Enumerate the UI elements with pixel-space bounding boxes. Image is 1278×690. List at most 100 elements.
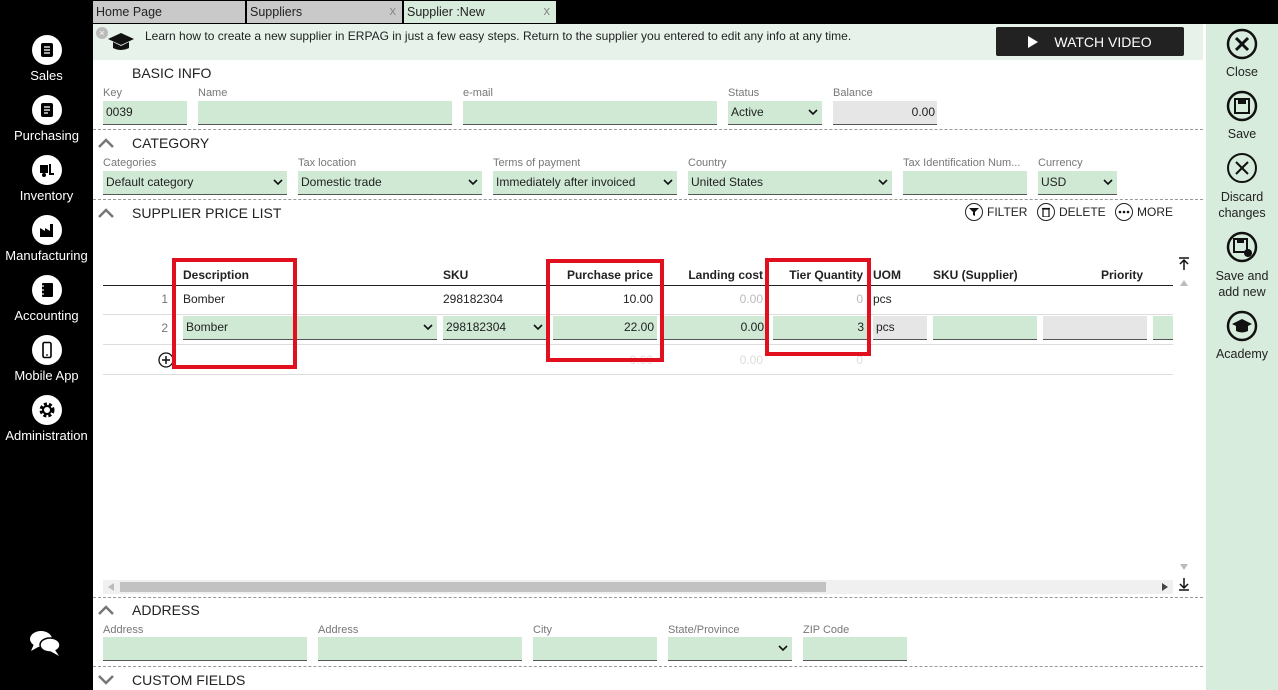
- currency-select[interactable]: USD: [1038, 171, 1117, 195]
- categories-select[interactable]: Default category: [103, 171, 287, 195]
- filter-button[interactable]: FILTER: [965, 203, 1027, 221]
- chevron-down-icon: [423, 324, 433, 331]
- nav-accounting[interactable]: Accounting: [0, 275, 93, 323]
- custom-fields-title: CUSTOM FIELDS: [132, 672, 246, 688]
- close-icon: [1226, 28, 1258, 60]
- chevron-down-icon: [878, 179, 888, 186]
- nav-label: Manufacturing: [5, 248, 88, 263]
- save-button[interactable]: Save: [1206, 90, 1278, 141]
- tier-quantity-highlight: [765, 258, 871, 356]
- currency-label: Currency: [1038, 157, 1083, 169]
- tax-id-label: Tax Identification Num...: [903, 157, 1021, 169]
- divider: [93, 129, 1203, 130]
- tab-home-page[interactable]: Home Page: [93, 1, 245, 23]
- filter-label: FILTER: [987, 205, 1028, 219]
- city-label: City: [533, 624, 552, 636]
- divider: [93, 597, 1203, 598]
- description-highlight: [172, 258, 297, 369]
- purchasing-icon: [31, 95, 62, 125]
- scrollbar-thumb[interactable]: [120, 582, 826, 592]
- scroll-top-icon[interactable]: [1176, 256, 1192, 272]
- inventory-icon: [31, 155, 62, 185]
- row-extra-field[interactable]: [1153, 316, 1173, 340]
- horizontal-scrollbar[interactable]: [103, 580, 1173, 594]
- address2-field[interactable]: [318, 637, 522, 661]
- chevron-down-icon: [533, 324, 543, 331]
- nav-label: Purchasing: [13, 128, 80, 143]
- chevron-down-icon: [468, 179, 478, 186]
- discard-label: Discard changes: [1218, 190, 1266, 220]
- delete-button[interactable]: DELETE: [1037, 203, 1106, 221]
- nav-manufacturing[interactable]: Manufacturing: [0, 215, 93, 263]
- categories-label: Categories: [103, 157, 157, 169]
- row-uom-field: pcs: [873, 316, 927, 340]
- state-label: State/Province: [668, 624, 740, 636]
- country-select[interactable]: United States: [688, 171, 892, 195]
- row-sku: 298182304: [446, 320, 507, 334]
- divider: [93, 666, 1203, 667]
- scroll-down-arrow-icon[interactable]: [1180, 564, 1188, 570]
- save-and-add-new-button[interactable]: Save and add new: [1206, 231, 1278, 300]
- close-icon[interactable]: x: [544, 0, 551, 22]
- vertical-scrollbar[interactable]: [1176, 256, 1192, 596]
- nav-inventory[interactable]: Inventory: [0, 155, 93, 203]
- tax-id-field[interactable]: [903, 171, 1027, 195]
- tab-suppliers[interactable]: Suppliers x: [247, 1, 402, 23]
- email-field[interactable]: [463, 101, 717, 125]
- status-select[interactable]: Active: [728, 101, 822, 125]
- watch-video-button[interactable]: WATCH VIDEO: [996, 27, 1184, 56]
- banner-text: Learn how to create a new supplier in ER…: [145, 29, 852, 43]
- col-priority[interactable]: Priority: [1043, 268, 1143, 282]
- more-icon: [1115, 203, 1133, 221]
- zip-field[interactable]: [803, 637, 907, 661]
- scroll-bottom-icon[interactable]: [1176, 576, 1192, 592]
- save-new-icon: [1226, 231, 1258, 263]
- status-value: Active: [731, 105, 764, 119]
- nav-label: Administration: [5, 428, 88, 443]
- key-field[interactable]: 0039: [103, 101, 187, 125]
- row-uom: pcs: [873, 292, 892, 306]
- chevron-up-icon[interactable]: [98, 208, 114, 218]
- tax-location-select[interactable]: Domestic trade: [298, 171, 482, 195]
- graduation-cap-icon: [1226, 310, 1258, 342]
- name-field[interactable]: [198, 101, 452, 125]
- nav-sales[interactable]: Sales: [0, 35, 93, 83]
- chevron-up-icon[interactable]: [98, 138, 114, 148]
- price-list-title: SUPPLIER PRICE LIST: [132, 205, 282, 221]
- chevron-down-icon[interactable]: [98, 675, 114, 685]
- col-sku[interactable]: SKU: [443, 268, 468, 282]
- row-landing-cost-field[interactable]: 0.00: [663, 316, 767, 340]
- scroll-right-arrow-icon[interactable]: [1162, 583, 1168, 591]
- manufacturing-icon: [31, 215, 62, 245]
- col-landing-cost[interactable]: Landing cost: [663, 268, 763, 282]
- left-navigation: Sales Purchasing Inventory Manufacturing…: [0, 0, 93, 690]
- tab-supplier-new[interactable]: Supplier :New x: [404, 1, 556, 23]
- key-label: Key: [103, 87, 122, 99]
- discard-changes-button[interactable]: Discard changes: [1206, 152, 1278, 221]
- scroll-up-arrow-icon[interactable]: [1180, 280, 1188, 286]
- nav-administration[interactable]: Administration: [0, 395, 93, 443]
- chat-icon[interactable]: [28, 628, 62, 661]
- state-select[interactable]: [668, 637, 792, 661]
- address1-field[interactable]: [103, 637, 307, 661]
- close-button[interactable]: Close: [1206, 28, 1278, 79]
- nav-mobile-app[interactable]: Mobile App: [0, 335, 93, 383]
- row-sku-supplier-field[interactable]: [933, 316, 1037, 340]
- more-button[interactable]: MORE: [1115, 203, 1173, 221]
- terms-select[interactable]: Immediately after invoiced: [493, 171, 677, 195]
- city-field[interactable]: [533, 637, 657, 661]
- academy-button[interactable]: Academy: [1206, 310, 1278, 361]
- country-label: Country: [688, 157, 727, 169]
- row-sku-select[interactable]: 298182304: [443, 316, 547, 340]
- chevron-up-icon[interactable]: [98, 605, 114, 615]
- graduation-cap-icon: [108, 33, 134, 50]
- row-sku: 298182304: [443, 292, 504, 306]
- nav-label: Inventory: [19, 188, 74, 203]
- watch-video-label: WATCH VIDEO: [1054, 33, 1152, 50]
- col-sku-supplier[interactable]: SKU (Supplier): [933, 268, 1018, 282]
- nav-purchasing[interactable]: Purchasing: [0, 95, 93, 143]
- col-uom[interactable]: UOM: [873, 268, 901, 282]
- row-landing-cost: 0.00: [739, 292, 763, 306]
- scroll-left-arrow-icon[interactable]: [108, 583, 114, 591]
- close-icon[interactable]: x: [390, 0, 397, 22]
